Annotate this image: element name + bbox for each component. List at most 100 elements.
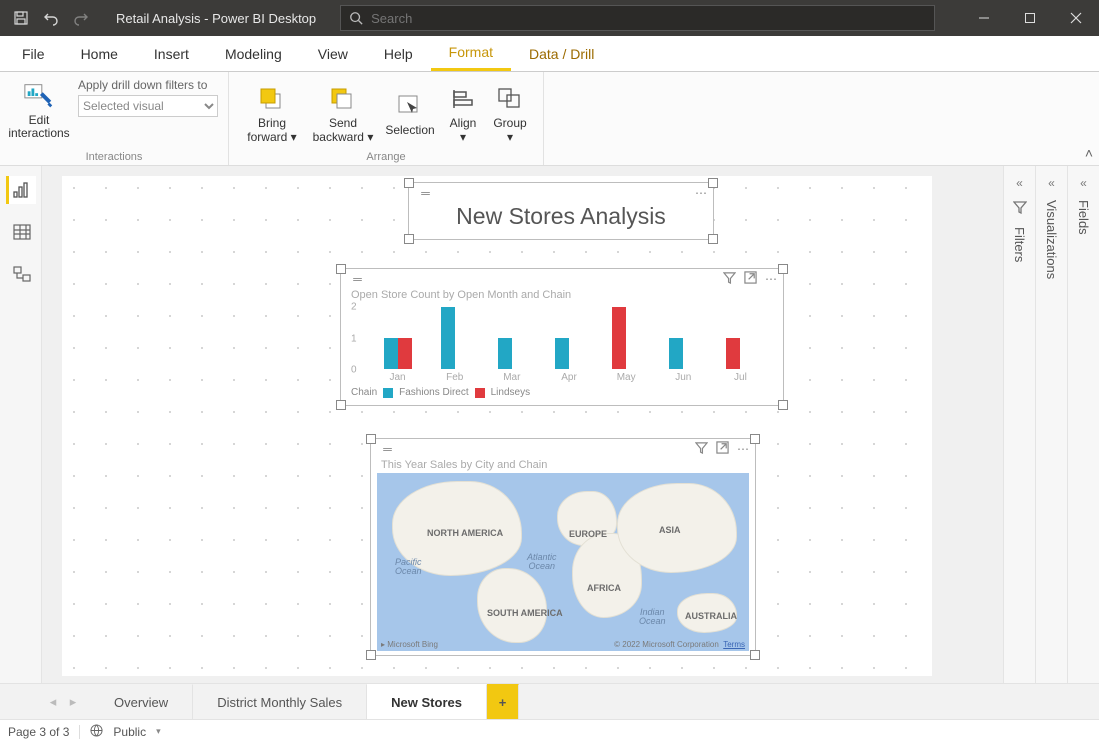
chart-bar[interactable] [498, 338, 512, 369]
report-view-icon[interactable] [6, 176, 36, 204]
map-label-ao: Atlantic Ocean [527, 553, 557, 571]
title-text: New Stores Analysis [409, 203, 713, 230]
filter-icon [1013, 200, 1027, 217]
expand-chevron-icon[interactable]: « [1048, 176, 1055, 190]
map-terms-link[interactable]: Terms [723, 640, 745, 649]
tab-data-drill[interactable]: Data / Drill [511, 36, 612, 71]
visual-grip-icon[interactable]: ═ [377, 442, 399, 456]
search-icon [341, 11, 371, 25]
canvas-scroll[interactable]: ═ ⋯ New Stores Analysis ═ ⋯ Open Store C… [42, 166, 1003, 683]
page-tab-district[interactable]: District Monthly Sales [193, 684, 367, 719]
chevron-down-icon: ▾ [507, 130, 513, 144]
chart-bar[interactable] [669, 338, 683, 369]
map-label-eu: EUROPE [569, 529, 607, 539]
expand-chevron-icon[interactable]: « [1080, 176, 1087, 190]
group-button[interactable]: Group▾ [487, 81, 533, 145]
title-visual[interactable]: ═ ⋯ New Stores Analysis [408, 182, 714, 240]
chart-x-label: Apr [561, 372, 577, 383]
chart-visual[interactable]: ═ ⋯ Open Store Count by Open Month and C… [340, 268, 784, 406]
add-page-button[interactable]: + [487, 684, 519, 719]
chart-bar[interactable] [612, 307, 626, 369]
close-icon[interactable] [1053, 0, 1099, 36]
bring-forward-label-1: Bring [258, 116, 286, 130]
model-view-icon[interactable] [6, 260, 36, 288]
focus-mode-icon[interactable] [744, 271, 757, 287]
map-label-na: NORTH AMERICA [427, 528, 503, 538]
send-backward-label-2: backward [313, 130, 364, 144]
ribbon-collapse-icon[interactable]: ˄ [1085, 145, 1093, 161]
map-attrib-bing: ▸ Microsoft Bing [381, 640, 438, 649]
map-label-io: Indian Ocean [639, 608, 666, 626]
tab-modeling[interactable]: Modeling [207, 36, 300, 71]
report-canvas[interactable]: ═ ⋯ New Stores Analysis ═ ⋯ Open Store C… [62, 176, 932, 676]
status-sensitivity[interactable]: Public [113, 725, 146, 739]
fields-pane-collapsed[interactable]: « Fields [1067, 166, 1099, 683]
edit-interactions-button[interactable]: Editinteractions [10, 78, 68, 142]
chevron-down-icon[interactable]: ▾ [156, 726, 161, 737]
undo-icon[interactable] [38, 5, 64, 31]
visualizations-pane-collapsed[interactable]: « Visualizations [1035, 166, 1067, 683]
maximize-icon[interactable] [1007, 0, 1053, 36]
chart-bar[interactable] [398, 338, 412, 369]
send-backward-button[interactable]: Sendbackward ▾ [307, 81, 379, 145]
align-icon [447, 83, 479, 115]
visual-grip-icon[interactable]: ═ [415, 186, 437, 200]
tab-file[interactable]: File [4, 36, 63, 71]
chart-bar[interactable] [555, 338, 569, 369]
bring-forward-label-2: forward [247, 130, 287, 144]
tab-home[interactable]: Home [63, 36, 136, 71]
page-tab-newstores[interactable]: New Stores [367, 684, 487, 719]
title-bar: Retail Analysis - Power BI Desktop [0, 0, 1099, 36]
chart-x-label: Jan [390, 372, 406, 383]
save-icon[interactable] [8, 5, 34, 31]
redo-icon[interactable] [68, 5, 94, 31]
bring-forward-button[interactable]: Bringforward ▾ [239, 81, 305, 145]
quick-access-toolbar [0, 5, 102, 31]
selection-pane-button[interactable]: Selection [381, 88, 439, 139]
page-tab-overview[interactable]: Overview [90, 684, 193, 719]
drill-filters-select[interactable]: Selected visual [78, 95, 218, 117]
filters-pane-label: Filters [1012, 227, 1027, 262]
selection-label: Selection [385, 124, 434, 137]
chart-bar[interactable] [384, 338, 398, 369]
tab-format[interactable]: Format [431, 36, 511, 71]
tab-insert[interactable]: Insert [136, 36, 207, 71]
status-bar: Page 3 of 3 Public ▾ [0, 719, 1099, 743]
filters-pane-collapsed[interactable]: « Filters [1003, 166, 1035, 683]
tab-view[interactable]: View [300, 36, 366, 71]
visual-more-icon[interactable]: ⋯ [765, 272, 777, 286]
chevron-down-icon: ▾ [291, 130, 297, 144]
align-button[interactable]: Align▾ [441, 81, 485, 145]
tab-help[interactable]: Help [366, 36, 431, 71]
drill-filters-control: Apply drill down filters to Selected vis… [78, 78, 218, 117]
search-box[interactable] [340, 5, 935, 31]
visual-more-icon[interactable]: ⋯ [737, 442, 749, 456]
window-controls [961, 0, 1099, 36]
visual-grip-icon[interactable]: ═ [347, 272, 369, 286]
minimize-icon[interactable] [961, 0, 1007, 36]
focus-mode-icon[interactable] [716, 441, 729, 457]
legend-label-2: Lindseys [491, 387, 530, 398]
filter-icon[interactable] [723, 271, 736, 287]
expand-chevron-icon[interactable]: « [1016, 176, 1023, 190]
filter-icon[interactable] [695, 441, 708, 457]
right-panes: « Filters « Visualizations « Fields [1003, 166, 1099, 683]
map-plot-area[interactable]: NORTH AMERICA SOUTH AMERICA EUROPE AFRIC… [377, 473, 749, 651]
data-view-icon[interactable] [6, 218, 36, 246]
globe-icon [90, 724, 103, 740]
search-input[interactable] [371, 11, 934, 26]
fields-pane-label: Fields [1076, 200, 1091, 235]
chart-x-label: Jul [734, 372, 747, 383]
ribbon-group-arrange-title: Arrange [229, 149, 543, 163]
chart-bar[interactable] [441, 307, 455, 369]
chart-title: Open Store Count by Open Month and Chain [341, 289, 783, 301]
map-label-as: ASIA [659, 525, 681, 535]
align-label: Align [450, 116, 477, 130]
chart-bar[interactable] [726, 338, 740, 369]
visual-more-icon[interactable]: ⋯ [695, 186, 707, 200]
status-page-count: Page 3 of 3 [8, 725, 69, 739]
page-prev-icon[interactable]: ◂ [44, 690, 62, 714]
map-visual[interactable]: ═ ⋯ This Year Sales by City and Chain NO… [370, 438, 756, 656]
page-next-icon[interactable]: ▸ [64, 690, 82, 714]
selection-icon [394, 90, 426, 122]
